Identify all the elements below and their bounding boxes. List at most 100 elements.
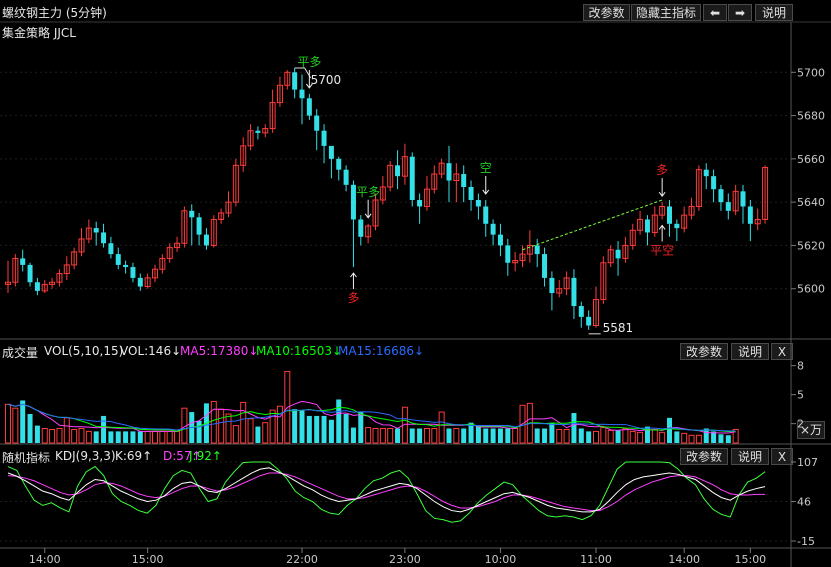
kdj-j-line [7,461,766,523]
candle-body [85,227,92,240]
time-tick-label: 15:00 [132,553,164,566]
candle-body [438,162,445,175]
signal-label: 平空 [650,243,674,257]
candle-body [387,164,394,188]
volume-unit-label: ×万 [797,421,825,439]
hide-main-indicator-button[interactable]: 隐藏主指标 [631,4,701,21]
candle-body [505,245,511,263]
candle-body [174,242,181,249]
signal-label: 多 [347,291,359,305]
high-pointer [294,67,312,79]
candle-body [27,264,33,283]
kdj-help-button[interactable]: 说明 [731,448,769,465]
params-button[interactable]: 改参数 [583,4,630,21]
volume-bar [63,417,70,444]
price-tick-label: 5600 [797,283,825,296]
volume-close-button[interactable]: X [771,343,793,360]
candle-body [490,223,496,235]
volume-bar [600,427,607,444]
volume-bar [41,428,48,444]
kdj-params-button[interactable]: 改参数 [680,448,728,465]
candle-body [453,173,460,182]
time-tick-label: 15:00 [734,553,766,566]
up-arrow-icon [350,272,357,290]
candle-body [152,268,158,279]
candle-body [615,249,621,259]
candle-body [262,128,269,134]
candle-body [695,169,702,207]
candle-body [137,277,143,287]
candle-body [101,232,107,244]
volume-bar [240,401,247,444]
candle-body [365,225,372,238]
up-arrow-icon [658,224,666,242]
candle-body [475,199,481,207]
volume-bar [78,428,85,444]
volume-bar [674,431,680,443]
volume-ma15: MA15:16686↓ [338,344,425,358]
signal-label: 空 [480,161,492,175]
candle-body [483,206,489,224]
time-tick-label: 22:00 [286,553,318,566]
candle-body [343,169,349,185]
candle-body [423,188,430,207]
candle-body [526,244,533,255]
strategy-label: 集金策略 JJCL [2,26,76,40]
volume-bar [615,430,621,443]
volume-bar [166,430,173,444]
volume-params-button[interactable]: 改参数 [680,343,728,360]
right-arrow-icon[interactable]: ➡ [728,4,752,21]
volume-bar [115,431,121,443]
volume-help-button[interactable]: 说明 [731,343,769,360]
volume-bar [174,430,181,444]
volume-bar [483,428,489,443]
signal-label: 平多 [356,185,380,199]
volume-bar [732,428,739,444]
kdj-tick-label: 46 [797,496,811,509]
volume-bar [497,428,503,443]
volume-bar [512,428,519,444]
candle-body [681,214,688,229]
candle-body [71,251,78,266]
volume-bar [123,431,129,443]
volume-bar [336,399,342,443]
candle-body [718,189,724,203]
help-button[interactable]: 说明 [755,4,793,21]
candle-body [644,219,650,233]
time-tick-label: 10:00 [485,553,517,566]
price-tick-label: 5680 [797,110,825,123]
candle-body [108,243,114,255]
kdj-close-button[interactable]: X [771,448,793,465]
volume-bar [542,428,548,443]
candle-body [637,218,644,231]
signal-label: 平多 [297,55,321,69]
candle-body [711,176,717,190]
volume-bar [667,417,672,443]
volume-bar [387,428,394,444]
volume-bar [365,427,372,444]
volume-bar [152,430,158,444]
candle-body [747,206,753,224]
candle-body [667,206,672,224]
candle-body [497,234,503,246]
volume-bar [446,428,452,443]
volume-bar [328,419,334,443]
volume-bar [644,426,650,443]
volume-bar [379,428,386,444]
candle-body [166,247,173,259]
left-arrow-icon[interactable]: ⬅ [703,4,727,21]
candle-body [63,264,70,275]
candle-body [41,283,48,292]
volume-bar [144,430,151,444]
volume-bar [27,414,33,443]
volume-bar [203,403,209,443]
volume-ma10: MA10:16503↓ [256,344,343,358]
high-label: 5700 [311,73,342,87]
volume-bar [210,400,217,444]
candle-body [20,258,26,265]
time-tick-label: 11:00 [580,553,612,566]
volume-bar [232,425,239,444]
candle-body [130,267,136,278]
volume-bar [343,414,349,443]
volume-bar [438,411,445,444]
